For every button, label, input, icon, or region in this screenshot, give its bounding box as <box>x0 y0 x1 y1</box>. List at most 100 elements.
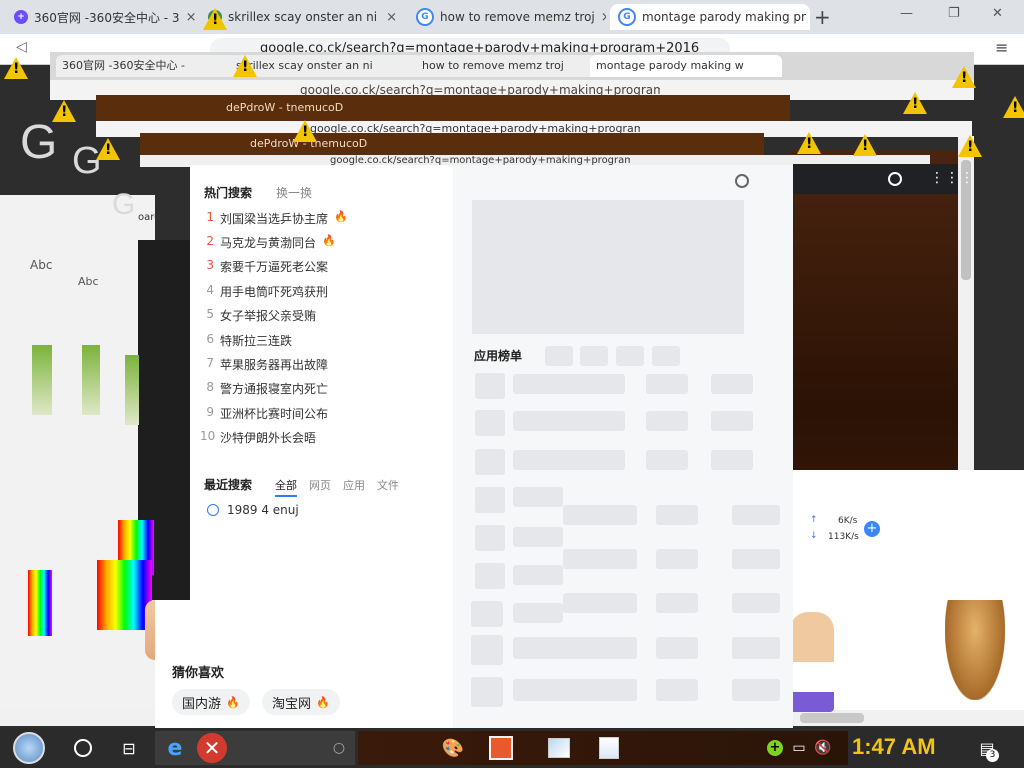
recent-search-item[interactable]: 1989 4 enuj <box>207 503 299 517</box>
taskbar-search-icon[interactable]: ○ <box>322 733 356 763</box>
upload-arrow-icon: ↑ <box>810 515 818 525</box>
start-button[interactable] <box>12 732 46 764</box>
hot-search-item[interactable]: 6 特斯拉三连跌 <box>204 332 292 349</box>
task-view-icon: ⊟ <box>122 738 136 758</box>
google-icon: G <box>618 8 636 26</box>
cortana-circle-icon <box>74 739 92 757</box>
notification-count-badge: 3 <box>986 749 999 762</box>
photo-app-button[interactable] <box>542 733 576 763</box>
ghost-green-thumb-2 <box>82 345 100 415</box>
close-window-button[interactable]: ✕ <box>992 6 1003 21</box>
hot-search-item[interactable]: 9 亚洲杯比赛时间公布 <box>204 405 328 422</box>
ghost-tab: how to remove memz troj <box>416 55 598 77</box>
apps-grid-icon[interactable]: ⋮⋮⋮ <box>930 170 975 186</box>
hot-search-item[interactable]: 8 警方通报寝室内死亡 <box>204 380 328 397</box>
menu-icon[interactable]: ≡ <box>995 38 1008 57</box>
ie-button[interactable]: e <box>158 733 192 763</box>
hot-search-item[interactable]: 4 用手电筒吓死鸡获刑 <box>204 283 328 300</box>
error-icon-button[interactable]: ✕ <box>195 733 229 763</box>
filter-tab-web[interactable]: 网页 <box>309 477 331 497</box>
maximize-button[interactable]: ❐ <box>948 6 960 21</box>
ghost-tab: skrillex scay onster an ni <box>230 55 422 77</box>
google-icon: G <box>416 8 434 26</box>
ghost-word-titlebar: dePdroW - tnemucoD <box>96 95 790 121</box>
browser-tab-montage[interactable]: G montage parody making pr × <box>610 4 810 30</box>
rank-number: 10 <box>200 429 216 443</box>
settings-gear-icon[interactable] <box>888 172 902 186</box>
task-view-button[interactable]: ⊟ <box>112 733 146 763</box>
fire-icon: 🔥 <box>226 695 240 709</box>
ghost-google-logo: G <box>20 116 58 169</box>
recent-filter-tabs: 全部 网页 应用 文件 <box>275 477 399 497</box>
paint-button[interactable]: 🎨 <box>436 733 470 763</box>
tab-label: 360官网 -360安全中心 - 3 <box>34 10 180 25</box>
ghost-green-thumb-1 <box>32 345 52 415</box>
hot-search-item[interactable]: 10 沙特伊朗外长会晤 <box>200 429 316 446</box>
refresh-link[interactable]: 换一换 <box>276 184 312 201</box>
volume-muted-icon: 🔇 <box>814 740 832 756</box>
chip-label: 淘宝网 <box>272 696 312 712</box>
hot-search-item[interactable]: 3 索要千万逼死老公案 <box>204 258 328 275</box>
ghost-rainbow-2 <box>97 560 152 630</box>
search-taskbar-button[interactable] <box>66 733 100 763</box>
tab-label: montage parody making pr <box>642 10 806 24</box>
hot-search-item[interactable]: 2 马克龙与黄渤同台 🔥 <box>204 234 336 251</box>
app-ranking-panel: 应用榜单 <box>453 165 793 728</box>
speed-boost-button[interactable]: + <box>864 521 880 537</box>
new-tab-button[interactable]: + <box>814 5 831 29</box>
warning-icon <box>52 100 76 122</box>
hamster-image <box>945 600 1005 700</box>
browser-tab-360[interactable]: + 360官网 -360安全中心 - 3 × <box>6 4 196 30</box>
network-speed-widget[interactable]: ↑ 6K/s ↓ 113K/s + <box>800 510 888 550</box>
hot-search-item[interactable]: 5 女子举报父亲受贿 <box>204 307 316 324</box>
rank-tab-placeholder <box>652 346 680 366</box>
fire-icon: 🔥 <box>322 234 336 247</box>
suggestion-chip[interactable]: 国内游 🔥 <box>172 689 250 715</box>
back-icon[interactable]: ◁ <box>16 39 27 55</box>
rank-number: 9 <box>206 405 214 419</box>
ghost-tab: montage parody making w <box>590 55 782 77</box>
close-tab-icon[interactable]: × <box>601 10 606 25</box>
minimize-button[interactable]: — <box>900 6 913 21</box>
app-rank-title: 应用榜单 <box>474 349 523 363</box>
hot-search-text: 索要千万逼死老公案 <box>220 260 329 274</box>
calendar-app-button[interactable] <box>484 733 518 763</box>
warning-icon <box>203 8 227 30</box>
cartoon-character <box>790 612 834 712</box>
chip-label: 国内游 <box>182 696 222 712</box>
close-tab-icon[interactable]: × <box>386 10 397 25</box>
chart-app-button[interactable] <box>592 733 626 763</box>
hot-search-item[interactable]: 1 刘国梁当选乒协主席 🔥 <box>204 210 347 227</box>
hot-search-item[interactable]: 7 苹果服务器再出故障 <box>204 356 328 373</box>
warning-icon <box>1003 96 1024 118</box>
tab-label: how to remove memz troj <box>440 10 595 24</box>
panel-settings-icon[interactable] <box>735 174 749 188</box>
filter-tab-apps[interactable]: 应用 <box>343 477 365 497</box>
banner-placeholder <box>472 200 744 334</box>
filter-tab-files[interactable]: 文件 <box>377 477 399 497</box>
hot-search-text: 沙特伊朗外长会晤 <box>220 431 317 445</box>
tab-label: skrillex scay onster an ni <box>228 10 378 24</box>
browser-tab-memz[interactable]: G how to remove memz troj × <box>408 4 606 30</box>
ghost-google-logo: G <box>112 188 136 221</box>
warning-icon <box>797 132 821 154</box>
rank-number: 2 <box>206 234 214 248</box>
browser-tab-bar: + 360官网 -360安全中心 - 3 × skrillex scay ons… <box>0 0 1024 34</box>
hot-search-text: 刘国梁当选乒协主席 <box>220 212 329 226</box>
ghost-word-title: dePdroW - tnemucoD <box>226 101 344 114</box>
rank-number: 7 <box>206 356 214 370</box>
hot-search-text: 马克龙与黄渤同台 <box>220 236 317 250</box>
download-speed: 113K/s <box>828 532 859 542</box>
rank-number: 3 <box>206 258 214 272</box>
filter-tab-all[interactable]: 全部 <box>275 477 297 497</box>
recent-search-title: 最近搜索 <box>204 478 253 492</box>
taskbar-clock[interactable]: 1:47 AM <box>852 734 936 760</box>
bottom-scrollbar-thumb[interactable] <box>800 713 864 723</box>
close-tab-icon[interactable]: × <box>186 10 196 25</box>
volume-tray-button[interactable]: 🔇 <box>806 733 840 763</box>
browser-tab-skrillex[interactable]: skrillex scay onster an ni × <box>200 4 405 30</box>
palette-icon: 🎨 <box>441 737 465 759</box>
suggestion-chip[interactable]: 淘宝网 🔥 <box>262 689 340 715</box>
warning-icon <box>293 120 317 142</box>
start-orb-icon <box>13 732 45 764</box>
